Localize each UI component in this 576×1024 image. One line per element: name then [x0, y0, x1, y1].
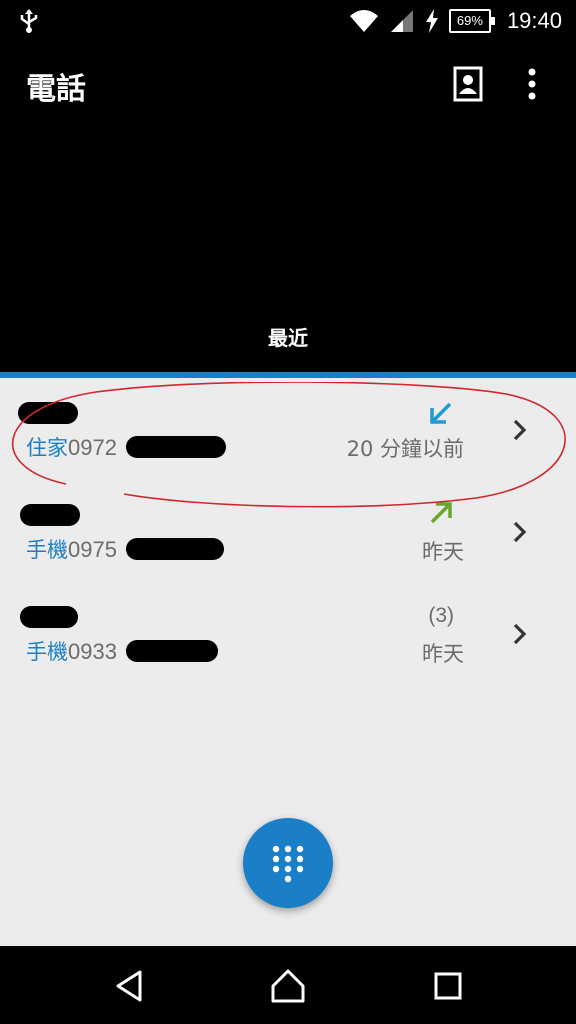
- name-redaction: [20, 504, 80, 526]
- dialpad-icon: [272, 845, 304, 883]
- chevron-right-icon[interactable]: [508, 520, 532, 544]
- call-entry: 手機0933: [26, 636, 117, 666]
- page-title: 電話: [26, 72, 86, 107]
- call-log-row[interactable]: (3) 手機0933 昨天: [0, 592, 576, 692]
- call-time: 昨天: [422, 540, 464, 564]
- name-redaction: [18, 402, 78, 424]
- name-redaction: [20, 606, 78, 628]
- number-type: 住家: [26, 436, 68, 460]
- app-bar: 電話: [0, 42, 576, 132]
- call-time: 20 分鐘以前: [346, 437, 464, 461]
- number-type: 手機: [26, 538, 68, 562]
- status-bar: 69% 19:40: [0, 0, 576, 42]
- chevron-right-icon[interactable]: [508, 418, 532, 442]
- home-icon[interactable]: [268, 966, 308, 1006]
- chevron-right-icon[interactable]: [508, 622, 532, 646]
- recents-icon[interactable]: [428, 966, 468, 1006]
- call-log-row[interactable]: 手機0975 昨天: [0, 490, 576, 590]
- wifi-icon: [349, 10, 378, 32]
- clock: 19:40: [506, 8, 562, 33]
- battery-icon: 69%: [448, 9, 495, 33]
- number-redaction: [126, 640, 218, 662]
- navigation-bar: [0, 946, 576, 1024]
- number-redaction: [126, 436, 226, 458]
- call-count: (3): [428, 604, 454, 627]
- call-log-row[interactable]: 住家0972 20 分鐘以前: [0, 388, 576, 488]
- phone-number: 0933: [68, 639, 117, 664]
- phone-number: 0975: [68, 537, 117, 562]
- call-time: 昨天: [422, 642, 464, 666]
- incoming-call-icon: [430, 402, 452, 424]
- tab-recent[interactable]: 最近: [0, 322, 576, 351]
- number-redaction: [126, 538, 224, 560]
- charging-icon: [425, 9, 438, 33]
- back-icon[interactable]: [110, 966, 150, 1006]
- signal-icon: [390, 10, 413, 32]
- call-entry: 手機0975: [26, 534, 117, 564]
- call-entry: 住家0972: [26, 432, 117, 462]
- usb-icon: [20, 9, 38, 33]
- phone-number: 0972: [68, 435, 117, 460]
- contacts-icon[interactable]: [448, 62, 488, 106]
- dialpad-button[interactable]: [243, 818, 333, 908]
- overflow-menu-icon[interactable]: [512, 62, 552, 106]
- number-type: 手機: [26, 640, 68, 664]
- outgoing-call-icon: [430, 502, 452, 524]
